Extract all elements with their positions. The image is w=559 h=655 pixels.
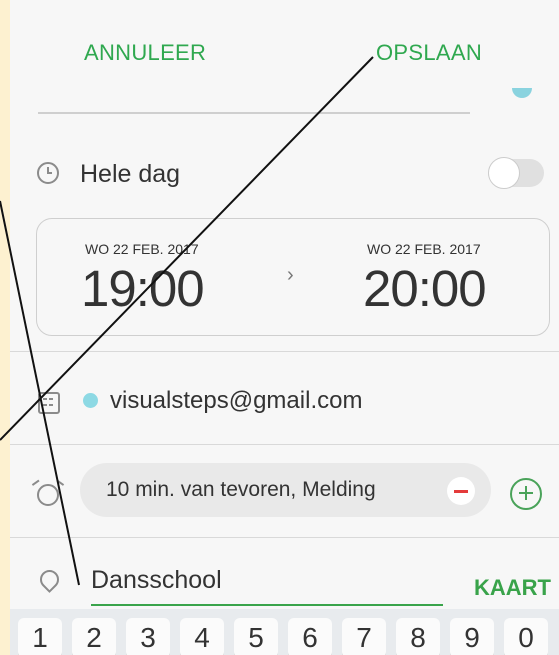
key-5[interactable]: 5 <box>234 618 278 655</box>
date-time-card: WO 22 FEB. 2017 WO 22 FEB. 2017 19:00 › … <box>36 218 550 336</box>
key-0[interactable]: 0 <box>504 618 548 655</box>
key-4[interactable]: 4 <box>180 618 224 655</box>
chevron-right-icon: › <box>287 264 294 286</box>
key-2[interactable]: 2 <box>72 618 116 655</box>
location-input[interactable]: Dansschool <box>91 566 222 595</box>
calendar-edit-screen: ANNULEER OPSLAAN Hele dag WO 22 FEB. 201… <box>10 0 559 655</box>
calendar-color-dot <box>83 393 98 408</box>
key-7[interactable]: 7 <box>342 618 386 655</box>
key-9[interactable]: 9 <box>450 618 494 655</box>
alarm-icon <box>37 484 59 506</box>
map-button[interactable]: KAART <box>474 575 551 601</box>
all-day-toggle[interactable] <box>488 157 544 189</box>
divider <box>10 351 559 352</box>
key-1[interactable]: 1 <box>18 618 62 655</box>
save-button[interactable]: OPSLAAN <box>376 40 482 66</box>
start-time[interactable]: 19:00 <box>81 259 205 318</box>
reminder-text: 10 min. van tevoren, Melding <box>106 478 376 501</box>
keyboard: 1 2 3 4 5 6 7 8 9 0 <box>10 609 559 655</box>
end-date[interactable]: WO 22 FEB. 2017 <box>367 241 481 257</box>
location-underline <box>91 604 443 606</box>
divider <box>10 444 559 445</box>
key-8[interactable]: 8 <box>396 618 440 655</box>
key-3[interactable]: 3 <box>126 618 170 655</box>
top-bar: ANNULEER OPSLAAN <box>10 0 559 100</box>
calendar-icon <box>38 392 60 414</box>
end-time[interactable]: 20:00 <box>363 259 487 318</box>
divider <box>10 537 559 538</box>
title-underline <box>38 112 470 114</box>
key-6[interactable]: 6 <box>288 618 332 655</box>
add-reminder-button[interactable] <box>510 478 542 510</box>
remove-reminder-button[interactable] <box>447 477 475 505</box>
start-date[interactable]: WO 22 FEB. 2017 <box>85 241 199 257</box>
cancel-button[interactable]: ANNULEER <box>84 40 206 66</box>
toggle-knob <box>488 157 520 189</box>
location-pin-icon <box>36 566 63 593</box>
calendar-account[interactable]: visualsteps@gmail.com <box>110 387 362 415</box>
all-day-label: Hele dag <box>80 160 181 188</box>
clock-icon <box>37 162 59 184</box>
reminder-chip[interactable]: 10 min. van tevoren, Melding <box>80 463 491 517</box>
